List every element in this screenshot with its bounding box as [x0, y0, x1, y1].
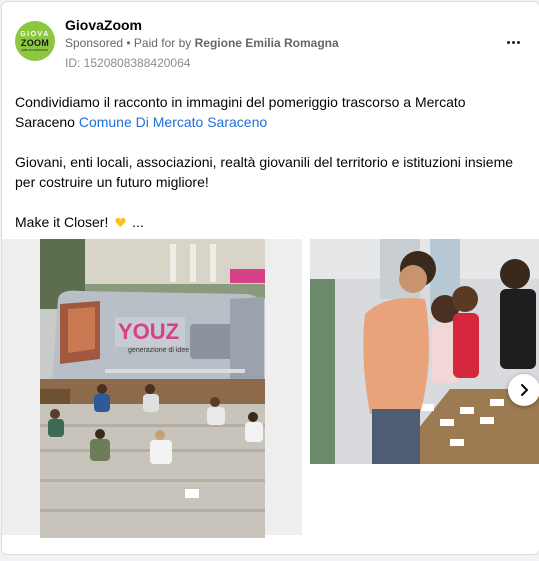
tagged-page-link[interactable]: Comune Di Mercato Saraceno	[79, 114, 267, 130]
more-options-icon[interactable]	[501, 32, 525, 52]
media-carousel: YOUZ generazione di idee	[2, 239, 539, 539]
sponsor-line: Sponsored • Paid for by Regione Emilia R…	[65, 36, 339, 50]
separator-dot: •	[123, 36, 134, 50]
see-more-link[interactable]: ...	[128, 214, 144, 230]
post-text: Condividiamo il racconto in immagini del…	[15, 92, 525, 252]
payer-name: Regione Emilia Romagna	[194, 36, 339, 50]
avatar-text-line2: ZOOM	[20, 37, 50, 48]
trailer-sign-subtitle: generazione di idee	[128, 347, 189, 354]
photo-airstream-trailer: YOUZ generazione di idee	[40, 239, 265, 538]
yellow-heart-icon	[115, 217, 126, 228]
sponsored-label: Sponsored	[65, 36, 124, 50]
paid-for-prefix: Paid for by	[133, 36, 195, 50]
post-paragraph-3-text: Make it Closer!	[15, 214, 113, 230]
avatar-text-line3: EMILIA-ROMAGNA	[21, 47, 49, 52]
post-paragraph-3: Make it Closer! ...	[15, 212, 525, 232]
carousel-slide-1[interactable]: YOUZ generazione di idee	[2, 239, 302, 538]
post-header: GIOVA ZOOM EMILIA-ROMAGNA GiovaZoom Spon…	[2, 2, 539, 82]
post-paragraph-1: Condividiamo il racconto in immagini del…	[15, 92, 525, 132]
post-paragraph-2: Giovani, enti locali, associazioni, real…	[15, 154, 514, 190]
page-name-link[interactable]: GiovaZoom	[65, 17, 142, 33]
carousel-next-button[interactable]	[508, 374, 539, 406]
carousel-slide-2[interactable]	[310, 239, 539, 464]
ad-post-card: GIOVA ZOOM EMILIA-ROMAGNA GiovaZoom Spon…	[1, 1, 539, 555]
ad-id: ID: 1520808388420064	[65, 56, 191, 70]
trailer-sign-youz: YOUZ	[118, 319, 179, 344]
chevron-right-icon	[521, 384, 528, 396]
page-avatar[interactable]: GIOVA ZOOM EMILIA-ROMAGNA	[15, 21, 55, 61]
